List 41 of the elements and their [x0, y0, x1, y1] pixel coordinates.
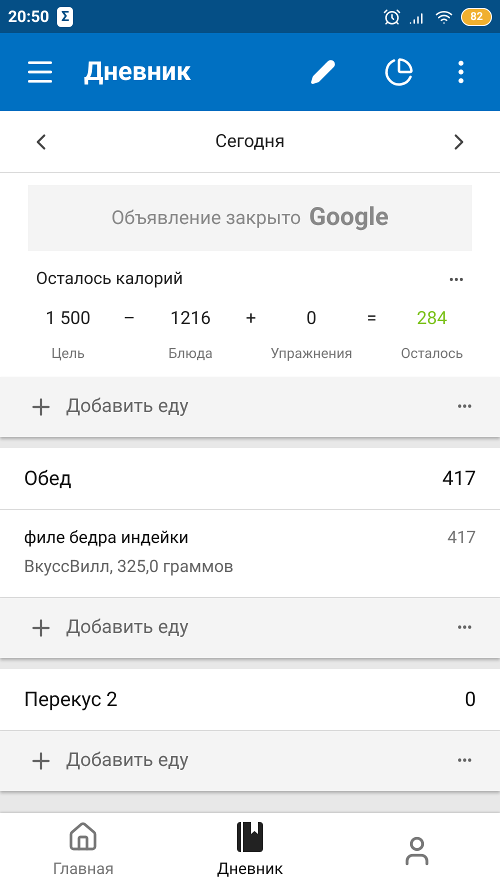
date-label: Сегодня [215, 130, 285, 154]
pencil-icon[interactable] [310, 59, 336, 85]
meal-calories: 0 [464, 686, 476, 713]
meal-calories: 417 [442, 465, 476, 492]
book-icon [236, 821, 264, 853]
more-button[interactable]: ••• [457, 394, 472, 418]
meal-title: Перекус 2 [24, 686, 118, 713]
food-detail: ВкуссВилл, 325,0 граммов [24, 556, 234, 579]
battery-icon: 82 [461, 8, 492, 26]
calorie-value: 1 500 [46, 306, 90, 330]
calorie-value: 284 [416, 306, 448, 330]
food-name: филе бедра индейки [24, 526, 190, 550]
meal-title: Обед [24, 465, 72, 492]
add-food-button[interactable]: Добавить еду [28, 746, 188, 775]
more-button[interactable]: ••• [448, 268, 464, 291]
clock: 20:50 [8, 6, 50, 28]
app-notification-icon: Σ [57, 6, 74, 26]
add-food-button[interactable]: Добавить еду [28, 392, 188, 421]
food-entry[interactable]: филе бедра индейки ВкуссВилл, 325,0 граммов 417 [0, 510, 500, 598]
pie-chart-icon[interactable] [384, 57, 414, 87]
calorie-value: 1216 [170, 306, 211, 330]
more-button[interactable]: ••• [457, 748, 472, 772]
nav-tab[interactable]: Главная [0, 813, 167, 889]
operator-sign: = [366, 306, 377, 330]
ad-brand: Google [309, 202, 389, 234]
calorie-label: Осталось [400, 344, 464, 364]
ad-text: Объявление закрыто [111, 204, 302, 231]
operator-sign: – [123, 306, 136, 330]
operator-sign: + [246, 306, 256, 330]
alarm-icon [383, 8, 402, 26]
nav-tab[interactable]: Дневник [166, 813, 334, 889]
app-title: Дневник [84, 56, 192, 88]
home-icon [67, 821, 100, 853]
add-food-button[interactable]: Добавить еду [28, 613, 188, 642]
calorie-label: Упражнения [270, 344, 352, 364]
calories-title: Осталось калорий [36, 268, 183, 291]
calorie-label: Блюда [168, 344, 213, 364]
more-button[interactable]: ••• [457, 616, 472, 640]
food-calories: 417 [447, 526, 476, 550]
calorie-label: Цель [51, 344, 85, 364]
calorie-value: 0 [306, 306, 316, 330]
